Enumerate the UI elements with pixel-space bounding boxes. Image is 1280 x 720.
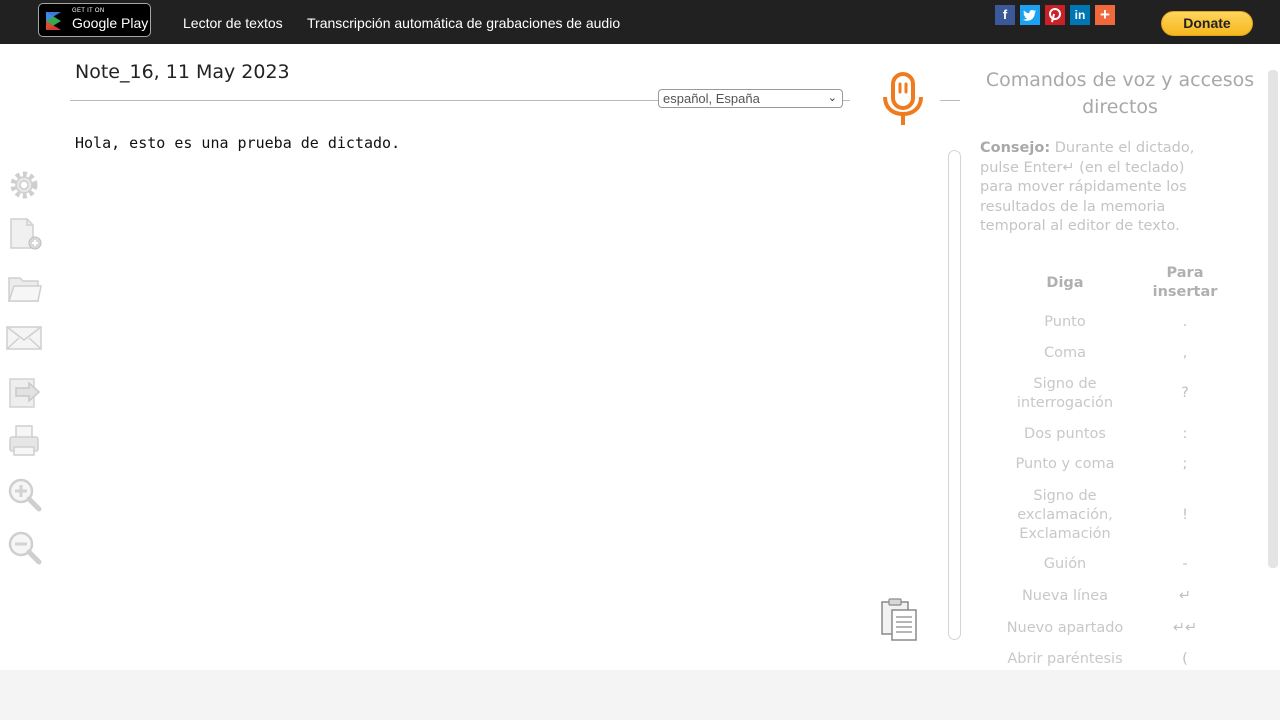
- new-document-icon[interactable]: [6, 216, 42, 252]
- play-badge-text: Google Play: [72, 15, 149, 31]
- command-say: Abrir paréntesis: [1007, 651, 1123, 667]
- language-select-value: español, España: [663, 91, 760, 106]
- divider: [940, 100, 960, 101]
- microphone-icon[interactable]: [882, 72, 926, 128]
- open-folder-icon[interactable]: [6, 270, 42, 306]
- command-insert: ↵: [1178, 588, 1192, 604]
- nav-link-audio-transcription[interactable]: Transcripción automática de grabaciones …: [307, 15, 620, 31]
- command-say: Punto y coma: [1015, 456, 1115, 472]
- command-say: Nueva línea: [1021, 588, 1109, 604]
- page-scrollbar[interactable]: [1268, 70, 1278, 568]
- google-play-badge[interactable]: GET IT ON Google Play: [38, 3, 151, 37]
- editor-scrollbar[interactable]: [948, 150, 961, 640]
- command-insert: (: [1182, 651, 1188, 667]
- command-insert: ;: [1182, 456, 1188, 472]
- command-insert: :: [1182, 426, 1188, 442]
- google-play-icon-part: [46, 12, 61, 21]
- play-badge-small-text: GET IT ON: [72, 8, 105, 14]
- nav-link-text-reader[interactable]: Lector de textos: [183, 15, 283, 31]
- command-say: Guión: [1043, 556, 1087, 572]
- email-icon[interactable]: [6, 320, 42, 356]
- footer-bar: [0, 670, 1280, 720]
- command-insert: .: [1182, 314, 1188, 330]
- print-icon[interactable]: [6, 423, 42, 459]
- command-insert: !: [1182, 507, 1188, 523]
- copy-clipboard-icon[interactable]: [880, 598, 920, 642]
- top-bar: GET IT ON Google Play Lector de textos T…: [0, 0, 1280, 44]
- command-say: Dos puntos: [1024, 426, 1106, 442]
- column-header-say: Diga: [1046, 275, 1084, 291]
- share-more-icon[interactable]: +: [1095, 5, 1115, 25]
- zoom-in-icon[interactable]: [6, 476, 42, 512]
- tip-text: Consejo: Durante el dictado, pulse Enter…: [980, 139, 1220, 237]
- command-say: Nuevo apartado: [1006, 620, 1124, 636]
- facebook-icon[interactable]: f: [995, 5, 1015, 25]
- gear-icon[interactable]: [6, 167, 42, 203]
- zoom-out-icon[interactable]: [6, 529, 42, 565]
- command-insert: -: [1182, 556, 1188, 572]
- column-header-insert: Para insertar: [1152, 265, 1218, 300]
- google-play-icon-part: [46, 21, 61, 30]
- language-select[interactable]: español, España ⌄: [658, 89, 843, 108]
- command-insert: ,: [1182, 345, 1188, 361]
- tip-label: Consejo:: [980, 140, 1051, 156]
- pinterest-icon[interactable]: [1045, 5, 1065, 25]
- chevron-down-icon: ⌄: [827, 92, 837, 104]
- export-icon[interactable]: [6, 373, 42, 409]
- command-insert: ↵↵: [1172, 620, 1198, 636]
- editor-text-area[interactable]: Hola, esto es una prueba de dictado.: [75, 134, 400, 152]
- command-say: Punto: [1044, 314, 1086, 330]
- twitter-icon[interactable]: [1020, 5, 1040, 25]
- linkedin-icon[interactable]: in: [1070, 5, 1090, 25]
- command-say: Coma: [1043, 345, 1086, 361]
- note-title[interactable]: Note_16, 11 May 2023: [75, 61, 290, 83]
- commands-title: Comandos de voz y accesos directos: [985, 69, 1255, 118]
- donate-button[interactable]: Donate: [1161, 11, 1253, 36]
- command-insert: ?: [1181, 385, 1189, 401]
- command-say: Signo de interrogación: [1016, 376, 1114, 411]
- command-say: Signo de exclamación, Exclamación: [1017, 488, 1113, 542]
